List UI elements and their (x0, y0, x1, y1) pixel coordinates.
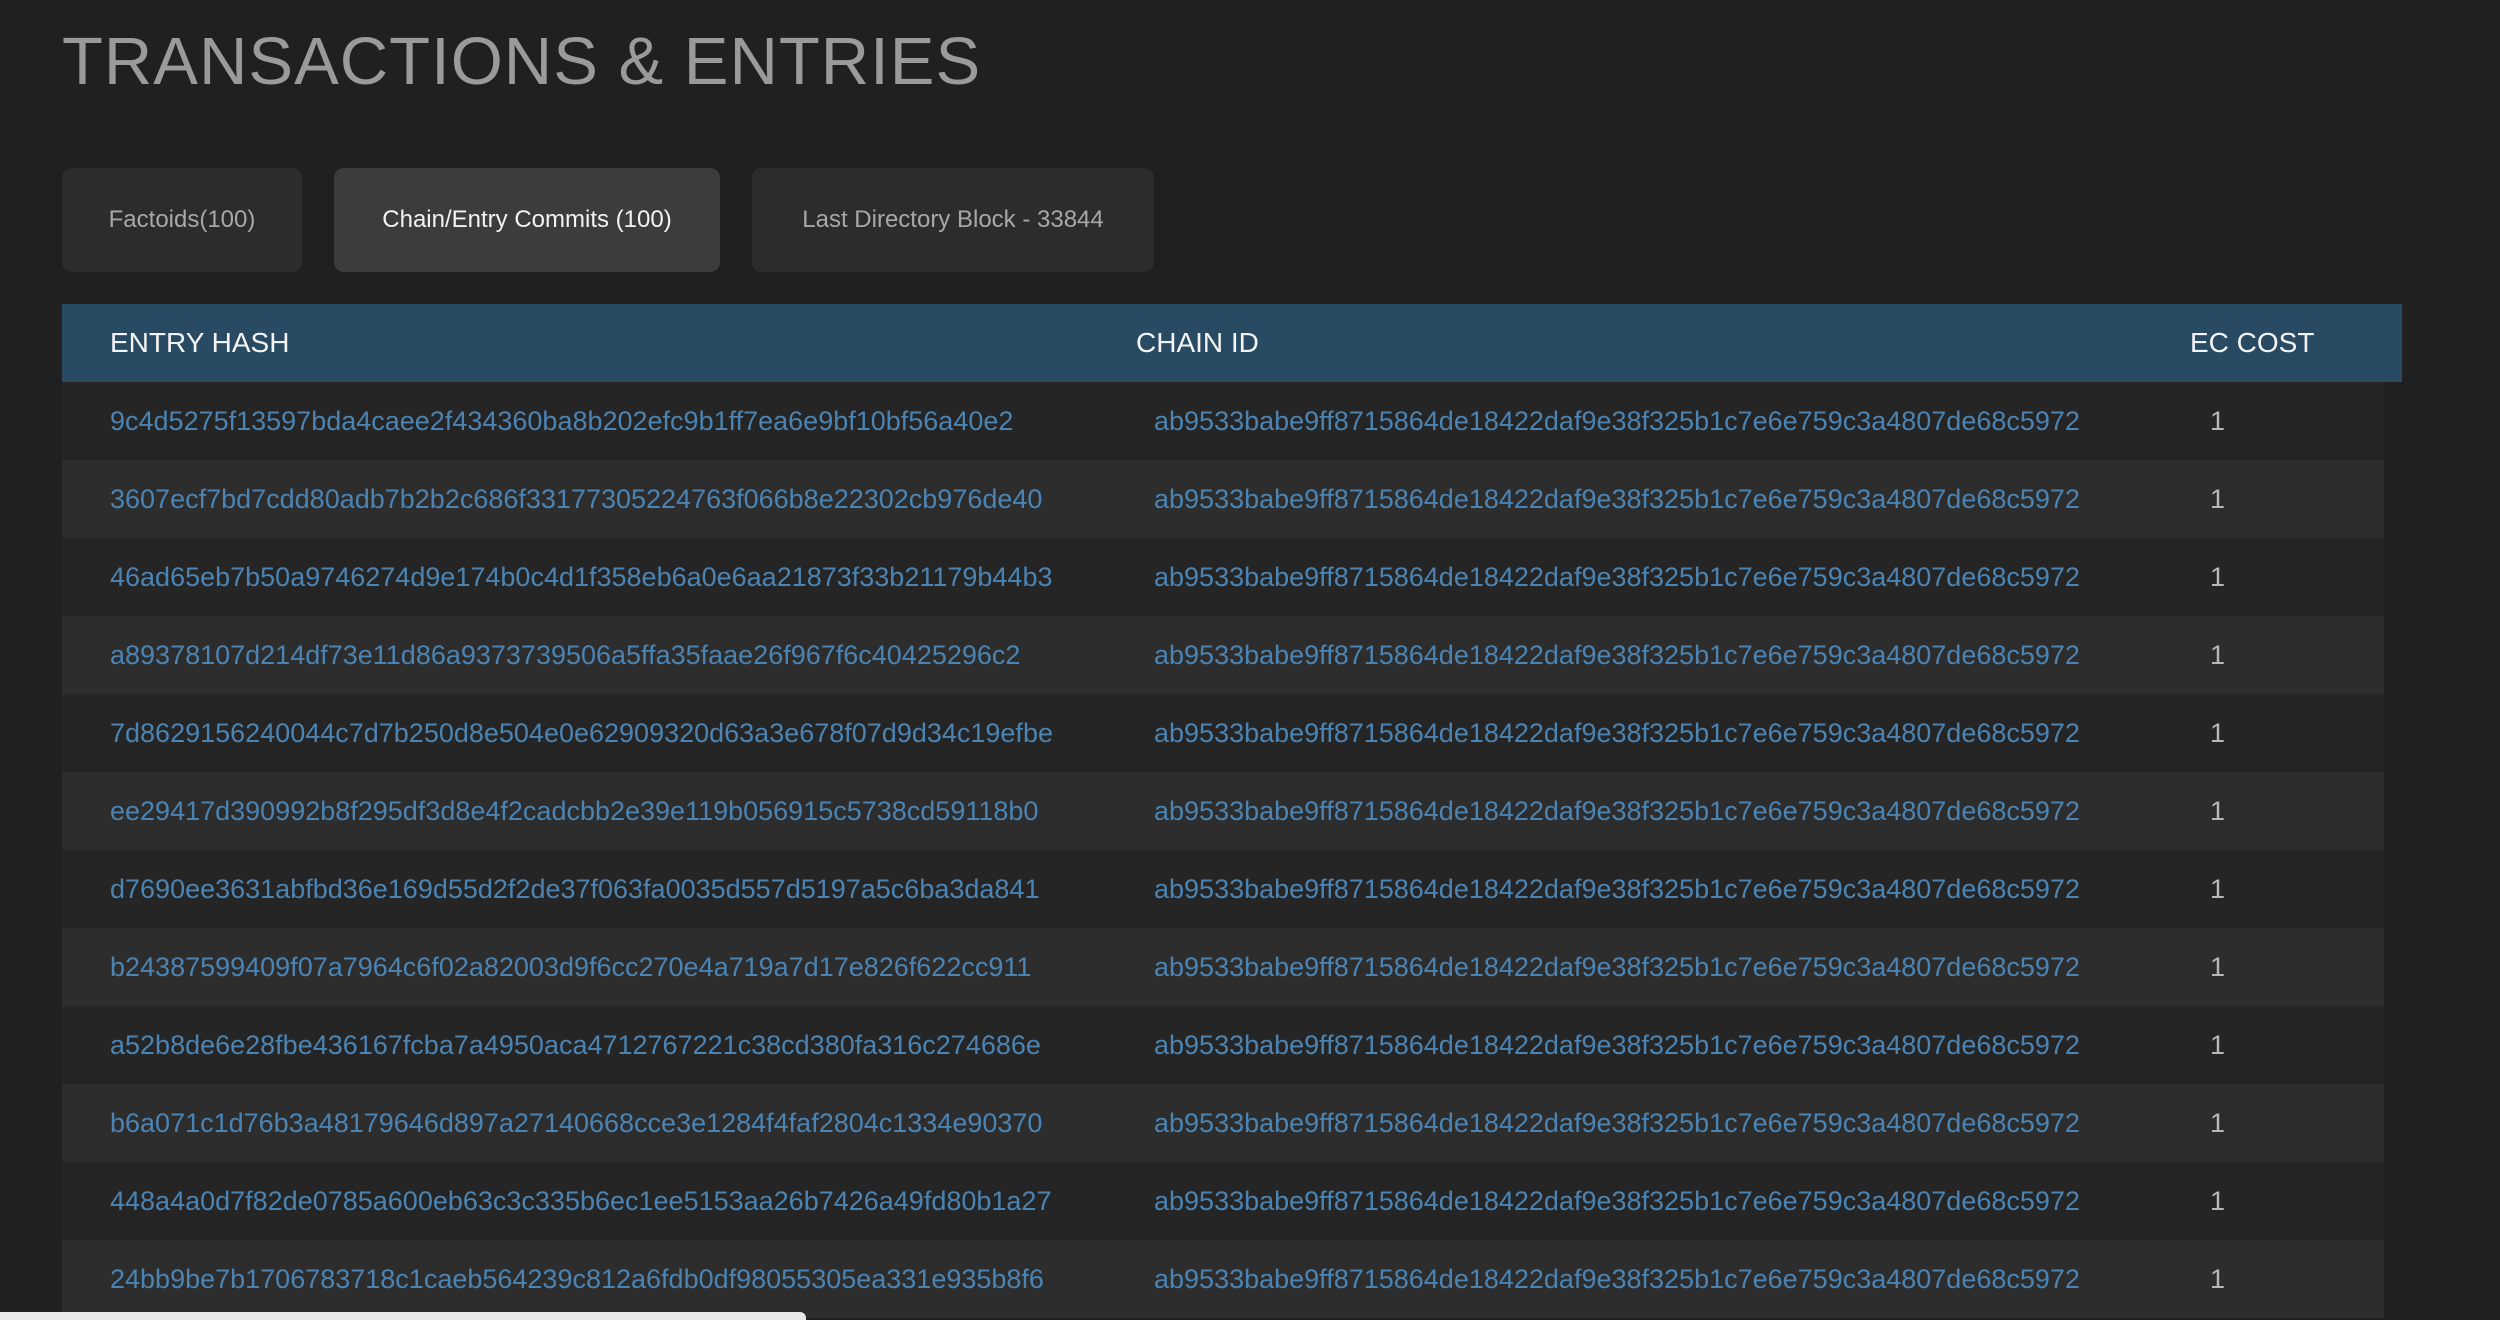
entry-hash-link[interactable]: 24bb9be7b1706783718c1caeb564239c812a6fdb… (110, 1240, 1044, 1318)
chain-id-link[interactable]: ab9533babe9ff8715864de18422daf9e38f325b1… (1154, 694, 2080, 772)
ec-cost-value: 1 (2210, 952, 2226, 982)
table-row: 9c4d5275f13597bda4caee2f434360ba8b202efc… (62, 382, 2384, 460)
table-row: b6a071c1d76b3a48179646d897a27140668cce3e… (62, 1084, 2384, 1162)
ec-cost-value: 1 (2210, 484, 2226, 514)
entry-hash-link[interactable]: b24387599409f07a7964c6f02a82003d9f6cc270… (110, 928, 1031, 1006)
entry-hash-link[interactable]: 3607ecf7bd7cdd80adb7b2b2c686f33177305224… (110, 460, 1042, 538)
table-row: 3607ecf7bd7cdd80adb7b2b2c686f33177305224… (62, 460, 2384, 538)
ec-cost-value: 1 (2210, 1186, 2226, 1216)
chain-id-link[interactable]: ab9533babe9ff8715864de18422daf9e38f325b1… (1154, 928, 2080, 1006)
page-title: TRANSACTIONS & ENTRIES (62, 24, 982, 99)
horizontal-scrollbar[interactable] (0, 1312, 806, 1320)
table-body: 9c4d5275f13597bda4caee2f434360ba8b202efc… (62, 382, 2384, 1318)
ec-cost-value: 1 (2210, 1264, 2226, 1294)
entry-hash-link[interactable]: 9c4d5275f13597bda4caee2f434360ba8b202efc… (110, 382, 1013, 460)
entry-hash-link[interactable]: 448a4a0d7f82de0785a600eb63c3c335b6ec1ee5… (110, 1162, 1051, 1240)
entry-hash-link[interactable]: ee29417d390992b8f295df3d8e4f2cadcbb2e39e… (110, 772, 1038, 850)
ec-cost-value: 1 (2210, 640, 2226, 670)
ec-cost-value: 1 (2210, 1030, 2226, 1060)
column-header-chain-id[interactable]: CHAIN ID (1136, 304, 1259, 382)
chain-id-link[interactable]: ab9533babe9ff8715864de18422daf9e38f325b1… (1154, 1084, 2080, 1162)
chain-id-link[interactable]: ab9533babe9ff8715864de18422daf9e38f325b1… (1154, 772, 2080, 850)
entry-hash-link[interactable]: 7d8629156240044c7d7b250d8e504e0e62909320… (110, 694, 1053, 772)
table-row: 24bb9be7b1706783718c1caeb564239c812a6fdb… (62, 1240, 2384, 1318)
chain-id-link[interactable]: ab9533babe9ff8715864de18422daf9e38f325b1… (1154, 1240, 2080, 1318)
chain-id-link[interactable]: ab9533babe9ff8715864de18422daf9e38f325b1… (1154, 1162, 2080, 1240)
entry-hash-link[interactable]: a89378107d214df73e11d86a9373739506a5ffa3… (110, 616, 1020, 694)
ec-cost-value: 1 (2210, 1108, 2226, 1138)
ec-cost-value: 1 (2210, 406, 2226, 436)
column-header-entry-hash[interactable]: ENTRY HASH (110, 304, 289, 382)
entry-hash-link[interactable]: a52b8de6e28fbe436167fcba7a4950aca4712767… (110, 1006, 1041, 1084)
tab-bar: Factoids(100) Chain/Entry Commits (100) … (62, 168, 1154, 272)
page: TRANSACTIONS & ENTRIES Factoids(100) Cha… (0, 0, 2500, 1320)
chain-id-link[interactable]: ab9533babe9ff8715864de18422daf9e38f325b1… (1154, 460, 2080, 538)
tab-factoids[interactable]: Factoids(100) (62, 168, 302, 272)
ec-cost-value: 1 (2210, 718, 2226, 748)
entries-table: ENTRY HASH CHAIN ID EC COST 9c4d5275f135… (62, 304, 2402, 1318)
ec-cost-value: 1 (2210, 874, 2226, 904)
entry-hash-link[interactable]: d7690ee3631abfbd36e169d55d2f2de37f063fa0… (110, 850, 1039, 928)
chain-id-link[interactable]: ab9533babe9ff8715864de18422daf9e38f325b1… (1154, 850, 2080, 928)
table-header: ENTRY HASH CHAIN ID EC COST (62, 304, 2402, 382)
chain-id-link[interactable]: ab9533babe9ff8715864de18422daf9e38f325b1… (1154, 1006, 2080, 1084)
table-row: 448a4a0d7f82de0785a600eb63c3c335b6ec1ee5… (62, 1162, 2384, 1240)
chain-id-link[interactable]: ab9533babe9ff8715864de18422daf9e38f325b1… (1154, 382, 2080, 460)
column-header-ec-cost[interactable]: EC COST (2190, 304, 2314, 382)
table-row: d7690ee3631abfbd36e169d55d2f2de37f063fa0… (62, 850, 2384, 928)
table-row: a52b8de6e28fbe436167fcba7a4950aca4712767… (62, 1006, 2384, 1084)
tab-chain-entry-commits[interactable]: Chain/Entry Commits (100) (334, 168, 720, 272)
ec-cost-value: 1 (2210, 796, 2226, 826)
table-row: 7d8629156240044c7d7b250d8e504e0e62909320… (62, 694, 2384, 772)
table-row: ee29417d390992b8f295df3d8e4f2cadcbb2e39e… (62, 772, 2384, 850)
tab-last-directory-block[interactable]: Last Directory Block - 33844 (752, 168, 1154, 272)
chain-id-link[interactable]: ab9533babe9ff8715864de18422daf9e38f325b1… (1154, 616, 2080, 694)
chain-id-link[interactable]: ab9533babe9ff8715864de18422daf9e38f325b1… (1154, 538, 2080, 616)
entry-hash-link[interactable]: b6a071c1d76b3a48179646d897a27140668cce3e… (110, 1084, 1042, 1162)
table-row: a89378107d214df73e11d86a9373739506a5ffa3… (62, 616, 2384, 694)
table-row: 46ad65eb7b50a9746274d9e174b0c4d1f358eb6a… (62, 538, 2384, 616)
ec-cost-value: 1 (2210, 562, 2226, 592)
table-row: b24387599409f07a7964c6f02a82003d9f6cc270… (62, 928, 2384, 1006)
entry-hash-link[interactable]: 46ad65eb7b50a9746274d9e174b0c4d1f358eb6a… (110, 538, 1052, 616)
